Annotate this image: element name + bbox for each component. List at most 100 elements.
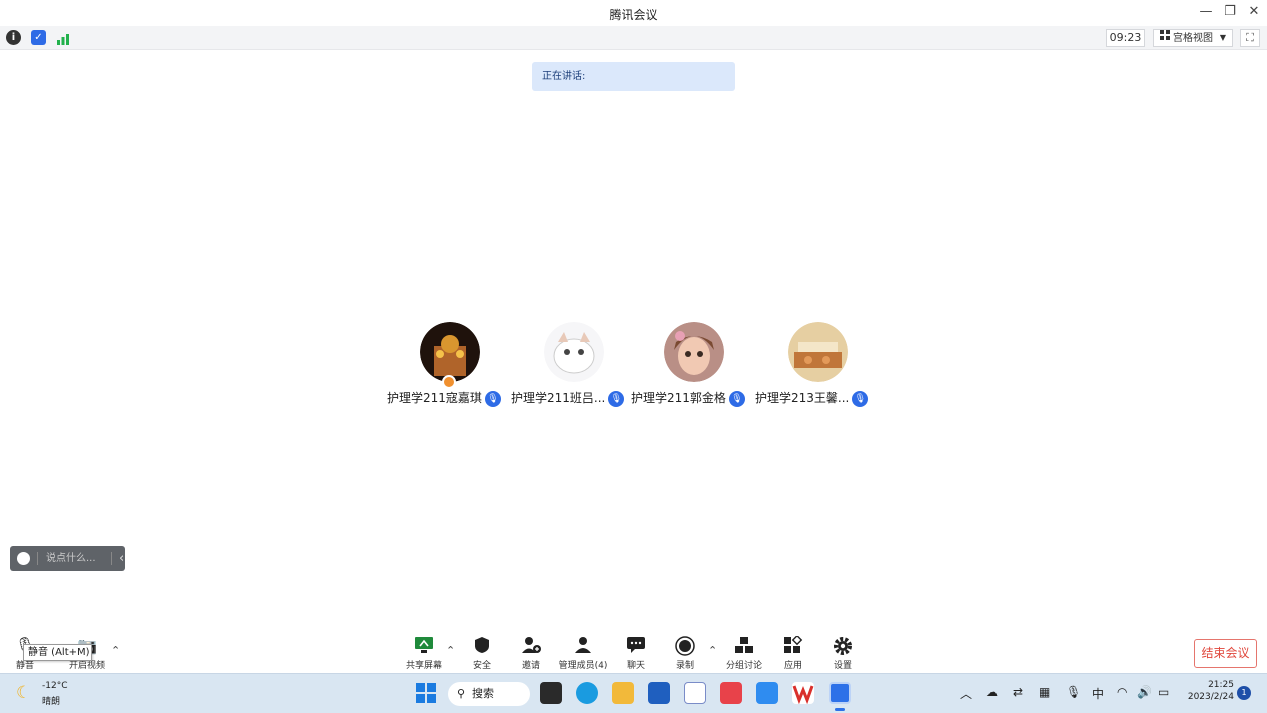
host-badge-icon xyxy=(442,375,456,389)
participant-name: 护理学213王馨... 🎙 xyxy=(755,389,880,407)
participant-name-text: 护理学211寇嘉琪 xyxy=(387,391,482,405)
notes-app-icon[interactable] xyxy=(684,682,706,704)
chat-icon xyxy=(608,636,664,656)
notification-badge[interactable]: 1 xyxy=(1237,686,1251,700)
security-icon xyxy=(454,636,510,656)
record-icon xyxy=(657,636,713,656)
taskbar-search[interactable]: ⚲ 搜索 xyxy=(448,682,530,706)
participant-name-text: 护理学211班吕... xyxy=(511,391,606,405)
clock-date: 2023/2/24 xyxy=(1187,692,1234,702)
breakout-label: 分组讨论 xyxy=(725,661,762,671)
battery-icon[interactable]: ▭ xyxy=(1158,685,1169,699)
participant-tile[interactable]: 护理学213王馨... 🎙 xyxy=(755,322,880,412)
weather-temperature: -12°C xyxy=(42,681,68,691)
fullscreen-icon: ⛶ xyxy=(1246,31,1254,44)
window-title: 腾讯会议 xyxy=(609,8,658,22)
participant-name-text: 护理学211郭金格 xyxy=(631,391,726,405)
microphone-muted-icon: 🎙 xyxy=(852,390,869,407)
members-icon xyxy=(555,636,611,656)
microphone-tray-icon[interactable]: 🎙 xyxy=(1066,685,1081,699)
wps-office-icon[interactable] xyxy=(792,682,814,705)
view-mode-dropdown[interactable]: 宫格视图 ▼ xyxy=(1153,29,1233,47)
onedrive-icon[interactable]: ☁ xyxy=(986,685,998,699)
grid-view-icon xyxy=(1160,30,1170,46)
members-label: 管理成员(4) xyxy=(558,661,608,671)
clock-time: 21:25 xyxy=(1208,680,1234,690)
wifi-icon[interactable]: ◠ xyxy=(1117,685,1127,699)
chat-button[interactable]: 聊天 xyxy=(608,636,664,674)
tray-overflow-chevron-icon[interactable]: ︿ xyxy=(960,685,972,702)
settings-button[interactable]: 设置 xyxy=(815,636,871,674)
avatar xyxy=(544,322,604,382)
participant-tile[interactable]: 护理学211郭金格 🎙 xyxy=(631,322,756,412)
invite-icon xyxy=(503,636,559,656)
weather-description: 晴朗 xyxy=(42,697,61,707)
record-label: 录制 xyxy=(675,661,694,671)
moon-icon: ☾ xyxy=(16,683,32,703)
apps-button[interactable]: 应用 xyxy=(765,634,821,674)
microphone-muted-icon: 🎙 xyxy=(608,390,625,407)
minimize-button[interactable]: — xyxy=(1197,4,1215,19)
tencent-meeting-icon[interactable] xyxy=(829,682,851,704)
share-screen-button[interactable]: 共享屏幕 xyxy=(396,636,452,674)
video-options-chevron-icon[interactable]: ⌃ xyxy=(111,644,120,657)
edge-browser-icon[interactable] xyxy=(576,682,598,704)
mute-tooltip: 静音 (Alt+M) xyxy=(23,644,92,661)
settings-icon xyxy=(815,636,871,656)
huawei-app-icon[interactable] xyxy=(720,682,742,704)
security-label: 安全 xyxy=(472,661,491,671)
taskbar: ☾ -12°C 晴朗 ⚲ 搜索 ︿ ☁ ⇄ ▦ 🎙 中 ◠ 🔊 ▭ 21:25 … xyxy=(0,673,1267,713)
active-app-indicator xyxy=(835,708,845,711)
system-clock[interactable]: 21:25 2023/2/24 xyxy=(1182,680,1234,702)
meeting-timer: 09:23 xyxy=(1106,29,1145,47)
breakout-rooms-button[interactable]: 分组讨论 xyxy=(716,636,772,674)
chevron-down-icon: ▼ xyxy=(1219,33,1226,42)
file-explorer-icon[interactable] xyxy=(612,682,634,704)
shield-icon[interactable]: ✓ xyxy=(31,30,46,45)
avatar xyxy=(664,322,724,382)
search-icon: ⚲ xyxy=(457,687,466,700)
microphone-icon: 🎙 xyxy=(484,390,501,407)
emoji-icon[interactable] xyxy=(17,552,30,565)
microsoft-store-icon[interactable] xyxy=(648,682,670,704)
microphone-muted-icon: 🎙 xyxy=(728,390,745,407)
meeting-toolbar: 🎙 静音 📷 开启视频 ⌃ 共享屏幕 ⌃ 安全 邀请 管理成员(4) 聊 xyxy=(0,630,1267,673)
restore-button[interactable]: ❐ xyxy=(1221,4,1239,19)
chat-input[interactable]: 说点什么... xyxy=(46,546,96,571)
sync-icon[interactable]: ⇄ xyxy=(1013,685,1023,699)
collapse-chevron-icon[interactable]: ‹ xyxy=(119,546,124,571)
end-meeting-button[interactable]: 结束会议 xyxy=(1194,639,1257,668)
windows-icon xyxy=(416,683,436,703)
manage-members-button[interactable]: 管理成员(4) xyxy=(555,636,611,674)
fullscreen-button[interactable]: ⛶ xyxy=(1240,29,1260,47)
divider xyxy=(37,552,38,565)
speaking-indicator: 正在讲话: xyxy=(532,62,735,91)
invite-button[interactable]: 邀请 xyxy=(503,636,559,674)
chat-label: 聊天 xyxy=(626,661,645,671)
start-button[interactable] xyxy=(416,683,436,703)
meeting-info-bar: i ✓ 09:23 宫格视图 ▼ ⛶ xyxy=(0,26,1267,50)
apps-icon xyxy=(765,634,821,656)
signal-icon[interactable] xyxy=(56,31,70,45)
participant-tile[interactable]: 护理学211寇嘉琪 🎙 xyxy=(387,322,512,412)
weather-widget[interactable]: ☾ -12°C 晴朗 xyxy=(16,681,86,709)
share-screen-label: 共享屏幕 xyxy=(405,661,442,671)
title-bar: 腾讯会议 — ❐ ✕ xyxy=(0,0,1267,26)
info-icon[interactable]: i xyxy=(6,30,21,45)
record-button[interactable]: 录制 xyxy=(657,636,713,674)
close-button[interactable]: ✕ xyxy=(1245,4,1263,19)
view-mode-label: 宫格视图 xyxy=(1173,33,1213,44)
settings-label: 设置 xyxy=(833,661,852,671)
security-button[interactable]: 安全 xyxy=(454,636,510,674)
quick-chat-box[interactable]: 说点什么... ‹ xyxy=(10,546,125,571)
ime-indicator[interactable]: 中 xyxy=(1092,685,1104,702)
volume-icon[interactable]: 🔊 xyxy=(1137,685,1152,699)
participant-name: 护理学211班吕... 🎙 xyxy=(511,389,636,407)
cloud-app-icon[interactable] xyxy=(756,682,778,704)
avatar xyxy=(420,322,480,382)
task-view-icon[interactable] xyxy=(540,682,562,704)
notes-tray-icon[interactable]: ▦ xyxy=(1039,685,1050,699)
apps-label: 应用 xyxy=(783,661,802,671)
invite-label: 邀请 xyxy=(521,661,540,671)
participant-tile[interactable]: 护理学211班吕... 🎙 xyxy=(511,322,636,412)
